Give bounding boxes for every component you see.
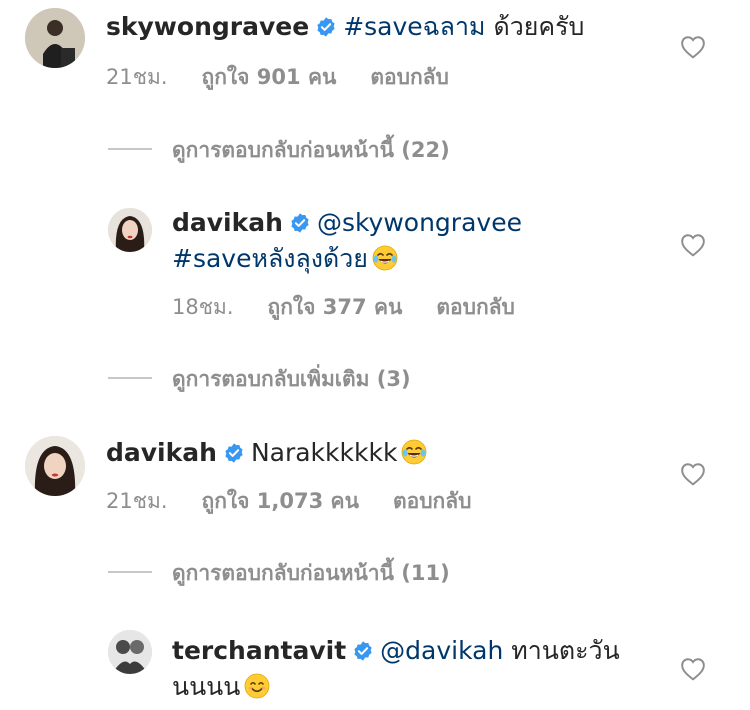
- verified-badge-icon: [315, 16, 337, 38]
- username[interactable]: davikah: [106, 438, 217, 467]
- reply-button[interactable]: ตอบกลับ: [436, 292, 515, 322]
- heart-outline-icon[interactable]: [680, 233, 706, 257]
- view-previous-replies-button[interactable]: ดูการตอบกลับก่อนหน้านี้ (11): [108, 558, 450, 588]
- username[interactable]: davikah: [172, 208, 283, 237]
- hashtag-link[interactable]: #saveฉลาม: [343, 12, 485, 41]
- replies-divider-line: [108, 377, 152, 379]
- heart-outline-icon[interactable]: [680, 35, 706, 59]
- mention-link[interactable]: @skywongravee: [317, 208, 522, 237]
- reply-button[interactable]: ตอบกลับ: [370, 62, 449, 92]
- reply-button[interactable]: ตอบกลับ: [393, 486, 472, 516]
- replies-divider-line: [108, 571, 152, 573]
- verified-badge-icon: [352, 640, 374, 662]
- verified-badge-icon: [223, 442, 245, 464]
- avatar-photo: [25, 8, 85, 68]
- smiling-face-with-smiling-eyes-icon: [244, 673, 270, 699]
- avatar[interactable]: [25, 8, 85, 68]
- avatar-photo: [108, 630, 152, 674]
- hashtag-link[interactable]: #saveหลังลุงด้วย: [172, 244, 368, 273]
- username[interactable]: terchantavit: [172, 636, 346, 665]
- likes-count[interactable]: ถูกใจ 377 คน: [268, 292, 403, 322]
- comment-time: 18ชม.: [172, 295, 234, 319]
- face-with-tears-of-joy-icon: [372, 245, 398, 271]
- avatar[interactable]: [25, 436, 85, 496]
- username[interactable]: skywongravee: [106, 12, 309, 41]
- face-with-tears-of-joy-icon: [401, 439, 427, 465]
- view-more-replies-button[interactable]: ดูการตอบกลับเพิ่มเติม (3): [108, 364, 411, 394]
- mention-link[interactable]: @davikah: [380, 636, 503, 665]
- view-replies-label: ดูการตอบกลับก่อนหน้านี้ (11): [172, 561, 450, 585]
- view-replies-label: ดูการตอบกลับเพิ่มเติม (3): [172, 367, 411, 391]
- replies-divider-line: [108, 148, 152, 150]
- comment-text: ด้วยครับ: [485, 12, 585, 41]
- heart-outline-icon[interactable]: [680, 657, 706, 681]
- avatar[interactable]: [108, 208, 152, 252]
- likes-count[interactable]: ถูกใจ 901 คน: [202, 62, 337, 92]
- comment-time: 21ชม.: [106, 65, 168, 89]
- comment-time: 21ชม.: [106, 489, 168, 513]
- avatar-photo: [25, 436, 85, 496]
- avatar-photo: [108, 208, 152, 252]
- heart-outline-icon[interactable]: [680, 462, 706, 486]
- comment-text-line2: นนนน: [172, 672, 241, 701]
- view-previous-replies-button[interactable]: ดูการตอบกลับก่อนหน้านี้ (22): [108, 135, 450, 165]
- avatar[interactable]: [108, 630, 152, 674]
- likes-count[interactable]: ถูกใจ 1,073 คน: [202, 486, 359, 516]
- verified-badge-icon: [289, 212, 311, 234]
- comment-text: ทานตะวัน: [503, 636, 620, 665]
- view-replies-label: ดูการตอบกลับก่อนหน้านี้ (22): [172, 138, 450, 162]
- comment-text: Narakkkkkk: [250, 438, 398, 467]
